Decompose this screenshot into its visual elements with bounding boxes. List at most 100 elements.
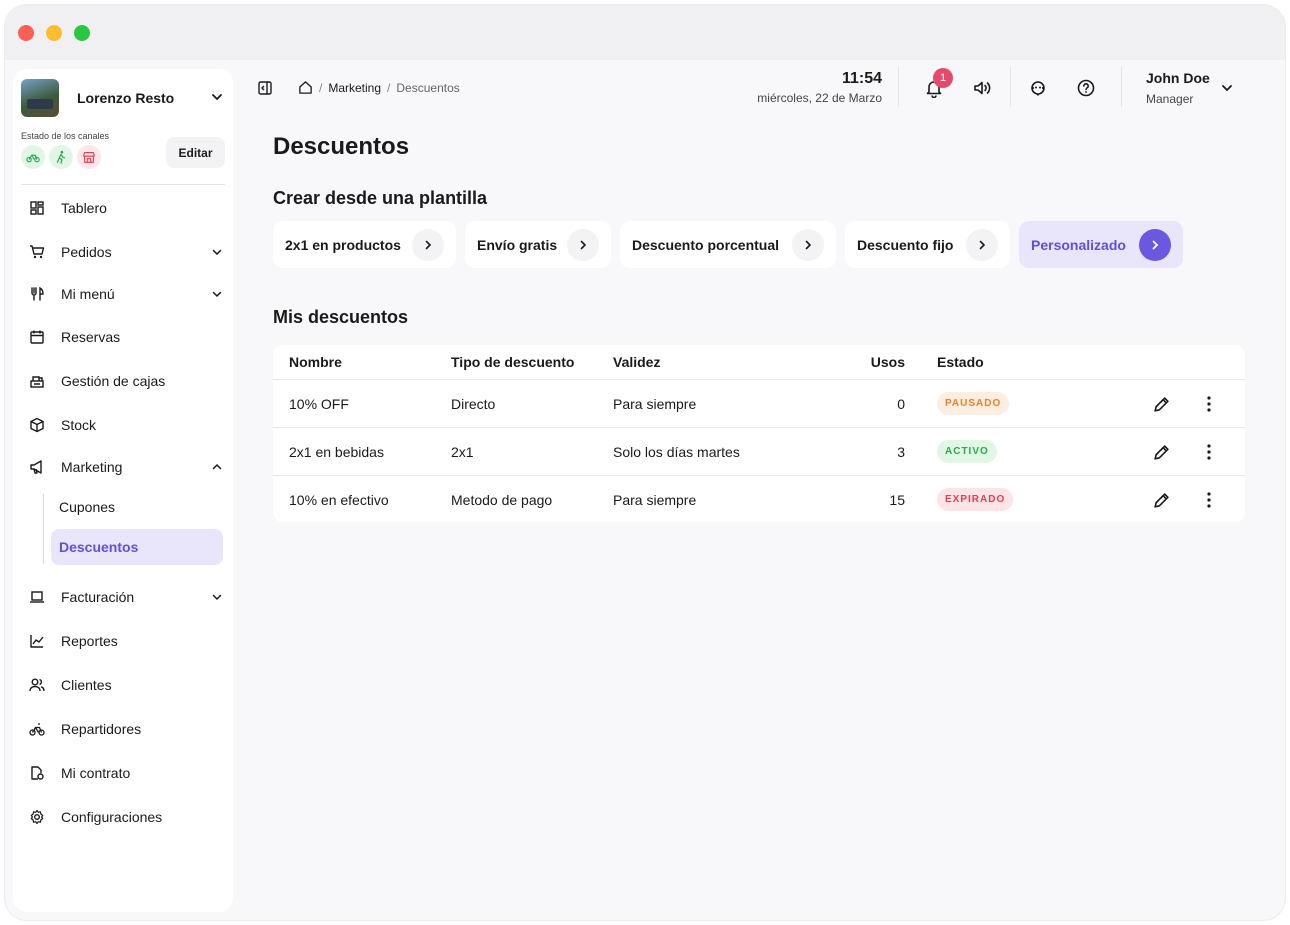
sidebar-item-label: Facturación (61, 589, 135, 605)
table-row[interactable]: 10% OFF Directo Para siempre 0 PAUSADO (273, 379, 1245, 427)
sidebar-item-configuraciones[interactable]: Configuraciones (21, 799, 225, 835)
current-date: miércoles, 22 de Marzo (757, 91, 882, 105)
templates-title: Crear desde una plantilla (273, 188, 488, 208)
chevron-down-icon (212, 291, 222, 298)
support-button[interactable] (1026, 76, 1050, 100)
cell-name: 10% OFF (289, 395, 349, 412)
edit-channels-button[interactable]: Editar (166, 137, 225, 168)
pencil-icon (1153, 492, 1169, 508)
sidebar-item-facturacion[interactable]: Facturación (21, 579, 225, 615)
megaphone-icon (29, 459, 45, 475)
header-divider (1010, 67, 1011, 107)
delivery-bike-icon[interactable] (21, 145, 45, 169)
chart-icon (29, 633, 45, 649)
close-window-button[interactable] (18, 25, 34, 41)
sidebar-subitem-cupones[interactable]: Cupones (51, 489, 223, 525)
sidebar-item-label: Clientes (61, 677, 112, 693)
clock: 11:54 miércoles, 22 de Marzo (757, 70, 882, 105)
restaurant-avatar (21, 79, 59, 117)
user-role: Manager (1146, 92, 1194, 106)
column-header-nombre: Nombre (289, 354, 342, 370)
breadcrumb-separator: / (387, 80, 391, 95)
sidebar-item-label: Repartidores (61, 721, 142, 737)
dashboard-icon (29, 200, 45, 216)
header-divider (1121, 67, 1122, 107)
template-2x1-productos[interactable]: 2x1 en productos (273, 221, 456, 268)
cell-validity: Para siempre (613, 395, 697, 412)
more-options-button[interactable] (1200, 491, 1218, 509)
cell-uses: 0 (897, 395, 905, 412)
sidebar-item-tablero[interactable]: Tablero (21, 190, 225, 226)
template-descuento-fijo[interactable]: Descuento fijo (845, 221, 1010, 268)
chevron-right-icon (412, 229, 444, 261)
column-header-tipo: Tipo de descuento (451, 354, 575, 370)
store-icon[interactable] (77, 145, 101, 169)
sidebar-item-mi-contrato[interactable]: Mi contrato (21, 755, 225, 791)
table-row[interactable]: 10% en efectivo Metodo de pago Para siem… (273, 475, 1245, 523)
sound-button[interactable] (970, 76, 994, 100)
edit-button[interactable] (1152, 443, 1170, 461)
template-envio-gratis[interactable]: Envío gratis (465, 221, 611, 268)
status-badge: EXPIRADO (937, 488, 1014, 511)
support-agent-icon (1031, 81, 1045, 96)
sidebar-item-stock[interactable]: Stock (21, 407, 225, 443)
edit-button[interactable] (1152, 491, 1170, 509)
sidebar-item-repartidores[interactable]: Repartidores (21, 711, 225, 747)
column-header-validez: Validez (613, 354, 661, 370)
cell-uses: 3 (897, 443, 905, 460)
cell-name: 10% en efectivo (289, 491, 389, 508)
title-bar (5, 5, 1285, 60)
sidebar-item-reportes[interactable]: Reportes (21, 623, 225, 659)
sidebar-item-label: Reportes (61, 633, 118, 649)
help-icon (1077, 79, 1095, 97)
sidebar-item-reservas[interactable]: Reservas (21, 319, 225, 355)
pencil-icon (1153, 396, 1169, 412)
home-icon[interactable] (298, 80, 313, 95)
cutlery-icon (29, 286, 45, 302)
user-menu[interactable]: John Doe Manager (1146, 70, 1210, 106)
edit-button[interactable] (1152, 395, 1170, 413)
help-button[interactable] (1074, 76, 1098, 100)
cash-register-icon (29, 373, 45, 389)
more-options-button[interactable] (1200, 395, 1218, 413)
maximize-window-button[interactable] (74, 25, 90, 41)
users-icon (29, 677, 45, 693)
template-personalizado[interactable]: Personalizado (1019, 221, 1183, 268)
more-options-button[interactable] (1200, 443, 1218, 461)
breadcrumb-marketing[interactable]: Marketing (328, 81, 381, 95)
sidebar-item-gestion-de-cajas[interactable]: Gestión de cajas (21, 363, 225, 399)
sidebar-subitem-descuentos[interactable]: Descuentos (51, 529, 223, 565)
sidebar-item-label: Mi menú (61, 286, 115, 302)
cell-type: Metodo de pago (451, 491, 553, 508)
discounts-table: Nombre Tipo de descuento Validez Usos Es… (273, 345, 1245, 522)
cell-type: 2x1 (451, 443, 474, 460)
sidebar-item-label: Pedidos (61, 244, 112, 260)
sidebar: Lorenzo Resto Estado de los canales Edit… (13, 69, 233, 912)
cell-validity: Para siempre (613, 491, 697, 508)
cell-validity: Solo los días martes (613, 443, 740, 460)
sidebar-divider (21, 184, 225, 185)
minimize-window-button[interactable] (46, 25, 62, 41)
collapse-sidebar-icon[interactable] (257, 80, 273, 96)
sidebar-item-mi-menu[interactable]: Mi menú (21, 276, 225, 312)
sidebar-item-clientes[interactable]: Clientes (21, 667, 225, 703)
breadcrumb-current: Descuentos (396, 80, 460, 95)
restaurant-selector[interactable]: Lorenzo Resto (21, 77, 225, 119)
status-badge: PAUSADO (937, 392, 1010, 415)
sidebar-item-marketing[interactable]: Marketing (21, 449, 225, 485)
template-label: Descuento fijo (857, 236, 954, 253)
sidebar-item-label: Reservas (61, 329, 121, 345)
chevron-down-icon[interactable] (1219, 80, 1235, 96)
chevron-right-icon (1139, 229, 1171, 261)
table-row[interactable]: 2x1 en bebidas 2x1 Solo los días martes … (273, 427, 1245, 475)
pencil-icon (1153, 444, 1169, 460)
page-title: Descuentos (273, 133, 410, 160)
template-descuento-porcentual[interactable]: Descuento porcentual (620, 221, 836, 268)
sidebar-item-pedidos[interactable]: Pedidos (21, 234, 225, 270)
more-vertical-icon (1207, 444, 1211, 460)
template-label: 2x1 en productos (285, 236, 401, 253)
template-label: Envío gratis (477, 236, 558, 253)
cell-uses: 15 (889, 491, 905, 508)
cell-type: Directo (451, 395, 496, 412)
walking-icon[interactable] (49, 145, 73, 169)
